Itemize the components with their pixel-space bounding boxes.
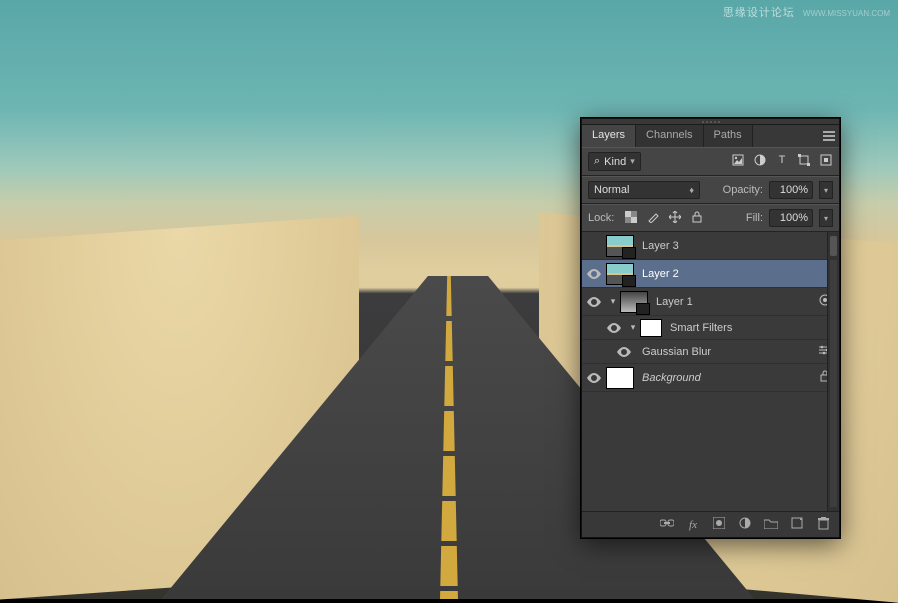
visibility-toggle[interactable] xyxy=(582,269,606,279)
filter-mask-thumb[interactable] xyxy=(640,319,662,337)
fx-icon[interactable]: fx xyxy=(685,519,701,531)
layers-list: Layer 3 Layer 2 ▾ Layer 1 ▾ Smart Filter… xyxy=(582,232,839,511)
layer-thumb[interactable] xyxy=(606,263,634,285)
filter-shape-icon[interactable] xyxy=(797,154,811,169)
visibility-toggle[interactable] xyxy=(602,323,626,333)
fill-dropdown[interactable]: ▾ xyxy=(819,209,833,227)
disclosure-triangle[interactable]: ▾ xyxy=(626,322,640,333)
tab-paths[interactable]: Paths xyxy=(704,125,753,147)
chevron-down-icon: ▾ xyxy=(630,156,635,167)
blend-mode-select[interactable]: Normal ♦ xyxy=(588,181,700,199)
filter-smart-icon[interactable] xyxy=(819,154,833,169)
new-layer-icon[interactable] xyxy=(789,517,805,532)
filter-kind-select[interactable]: ⌕ Kind ▾ xyxy=(588,152,641,171)
layer-name[interactable]: Layer 2 xyxy=(642,268,833,280)
visibility-toggle[interactable] xyxy=(582,297,606,307)
trash-icon[interactable] xyxy=(815,517,831,533)
chevron-up-down-icon: ♦ xyxy=(689,185,694,195)
layer-thumb[interactable] xyxy=(606,235,634,257)
watermark: 思缘设计论坛 WWW.MISSYUAN.COM xyxy=(723,4,890,20)
smart-filter-item[interactable]: Gaussian Blur xyxy=(582,340,839,364)
watermark-sub: WWW.MISSYUAN.COM xyxy=(803,9,890,18)
fill-label: Fill: xyxy=(746,212,763,224)
scroll-thumb[interactable] xyxy=(830,236,837,256)
fill-value[interactable]: 100% xyxy=(769,209,813,227)
layer-row[interactable]: Layer 2 xyxy=(582,260,839,288)
smart-filter-name[interactable]: Gaussian Blur xyxy=(642,346,817,358)
search-icon: ⌕ xyxy=(594,155,600,168)
lock-position-icon[interactable] xyxy=(668,211,682,226)
panel-tabs: Layers Channels Paths xyxy=(582,125,839,147)
tab-layers[interactable]: Layers xyxy=(582,125,636,147)
layer-row[interactable]: Background xyxy=(582,364,839,392)
smart-filters-label: Smart Filters xyxy=(670,322,833,334)
filter-type-icons: T xyxy=(731,154,833,169)
lock-transparent-icon[interactable] xyxy=(624,211,638,226)
layers-panel: Layers Channels Paths ⌕ Kind ▾ T Normal … xyxy=(581,118,840,538)
panel-menu-icon[interactable] xyxy=(819,125,839,147)
layer-filter-row: ⌕ Kind ▾ T xyxy=(582,147,839,176)
opacity-dropdown[interactable]: ▾ xyxy=(819,181,833,199)
adjustment-icon[interactable] xyxy=(737,517,753,532)
layer-name[interactable]: Layer 1 xyxy=(656,296,817,308)
lock-row: Lock: Fill: 100% ▾ xyxy=(582,204,839,232)
filter-type-icon[interactable]: T xyxy=(775,154,789,169)
layer-thumb[interactable] xyxy=(606,367,634,389)
scroll-track xyxy=(830,260,837,507)
blend-mode-value: Normal xyxy=(594,184,629,196)
layers-scrollbar[interactable] xyxy=(827,232,839,511)
mask-icon[interactable] xyxy=(711,517,727,532)
blend-row: Normal ♦ Opacity: 100% ▾ xyxy=(582,176,839,204)
visibility-toggle[interactable] xyxy=(612,347,636,357)
layer-name[interactable]: Background xyxy=(642,372,817,384)
filter-pixel-icon[interactable] xyxy=(731,154,745,169)
layer-row[interactable]: ▾ Layer 1 xyxy=(582,288,839,316)
opacity-label: Opacity: xyxy=(723,184,763,196)
visibility-toggle[interactable] xyxy=(582,373,606,383)
lock-label: Lock: xyxy=(588,212,614,224)
panel-footer: fx xyxy=(582,511,839,537)
lock-pixels-icon[interactable] xyxy=(646,211,660,226)
smart-filters-row[interactable]: ▾ Smart Filters xyxy=(582,316,839,340)
tab-channels[interactable]: Channels xyxy=(636,125,703,147)
filter-kind-label: Kind xyxy=(604,156,626,168)
watermark-main: 思缘设计论坛 xyxy=(723,7,795,19)
group-icon[interactable] xyxy=(763,518,779,532)
layer-row[interactable]: Layer 3 xyxy=(582,232,839,260)
disclosure-triangle[interactable]: ▾ xyxy=(606,296,620,307)
lock-all-icon[interactable] xyxy=(690,211,704,226)
filter-adjust-icon[interactable] xyxy=(753,154,767,169)
opacity-value[interactable]: 100% xyxy=(769,181,813,199)
link-layers-icon[interactable] xyxy=(659,518,675,531)
layer-name[interactable]: Layer 3 xyxy=(642,240,833,252)
layer-thumb[interactable] xyxy=(620,291,648,313)
